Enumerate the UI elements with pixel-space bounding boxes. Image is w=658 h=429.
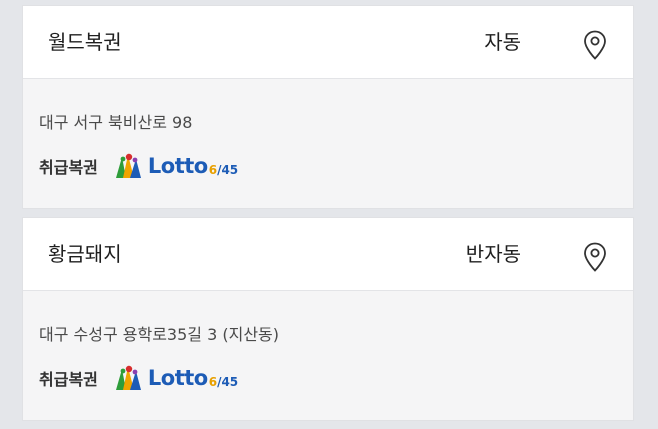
- store-list: 월드복권 자동 대구 서구 북비산로 98 취급복권 Lotto 6/45 황금…: [22, 5, 634, 429]
- store-address: 대구 수성구 용학로35길 3 (지산동): [39, 325, 280, 344]
- store-card: 황금돼지 반자동 대구 수성구 용학로35길 3 (지산동) 취급복권 Lott…: [22, 217, 634, 421]
- store-card-body: 대구 서구 북비산로 98 취급복권 Lotto 6/45: [23, 79, 633, 208]
- store-name: 월드복권: [48, 30, 122, 54]
- lotto-645-logo: Lotto 6/45: [112, 363, 238, 393]
- store-card-header[interactable]: 월드복권 자동: [23, 6, 633, 79]
- lotto-game-number: 6/45: [208, 375, 239, 389]
- lottery-types-row: 취급복권 Lotto 6/45: [39, 361, 238, 395]
- location-pin-icon[interactable]: [583, 30, 607, 60]
- store-name: 황금돼지: [48, 242, 122, 266]
- lotto-word: Lotto: [147, 154, 208, 178]
- store-purchase-type: 자동: [484, 30, 521, 54]
- lotto-ball-icon: [115, 153, 141, 178]
- store-purchase-type: 반자동: [465, 242, 521, 266]
- lottery-types-label: 취급복권: [39, 158, 98, 177]
- lottery-types-label: 취급복권: [39, 370, 98, 389]
- location-pin-icon[interactable]: [583, 242, 607, 272]
- store-card-header[interactable]: 황금돼지 반자동: [23, 218, 633, 291]
- store-address: 대구 서구 북비산로 98: [39, 113, 193, 132]
- lottery-types-row: 취급복권 Lotto 6/45: [39, 149, 238, 183]
- store-card-body: 대구 수성구 용학로35길 3 (지산동) 취급복권 Lotto 6/45: [23, 291, 633, 420]
- lotto-game-number: 6/45: [208, 163, 239, 177]
- store-card: 월드복권 자동 대구 서구 북비산로 98 취급복권 Lotto 6/45: [22, 5, 634, 209]
- lotto-ball-icon: [115, 365, 141, 390]
- lotto-645-logo: Lotto 6/45: [112, 151, 238, 181]
- lotto-word: Lotto: [147, 366, 208, 390]
